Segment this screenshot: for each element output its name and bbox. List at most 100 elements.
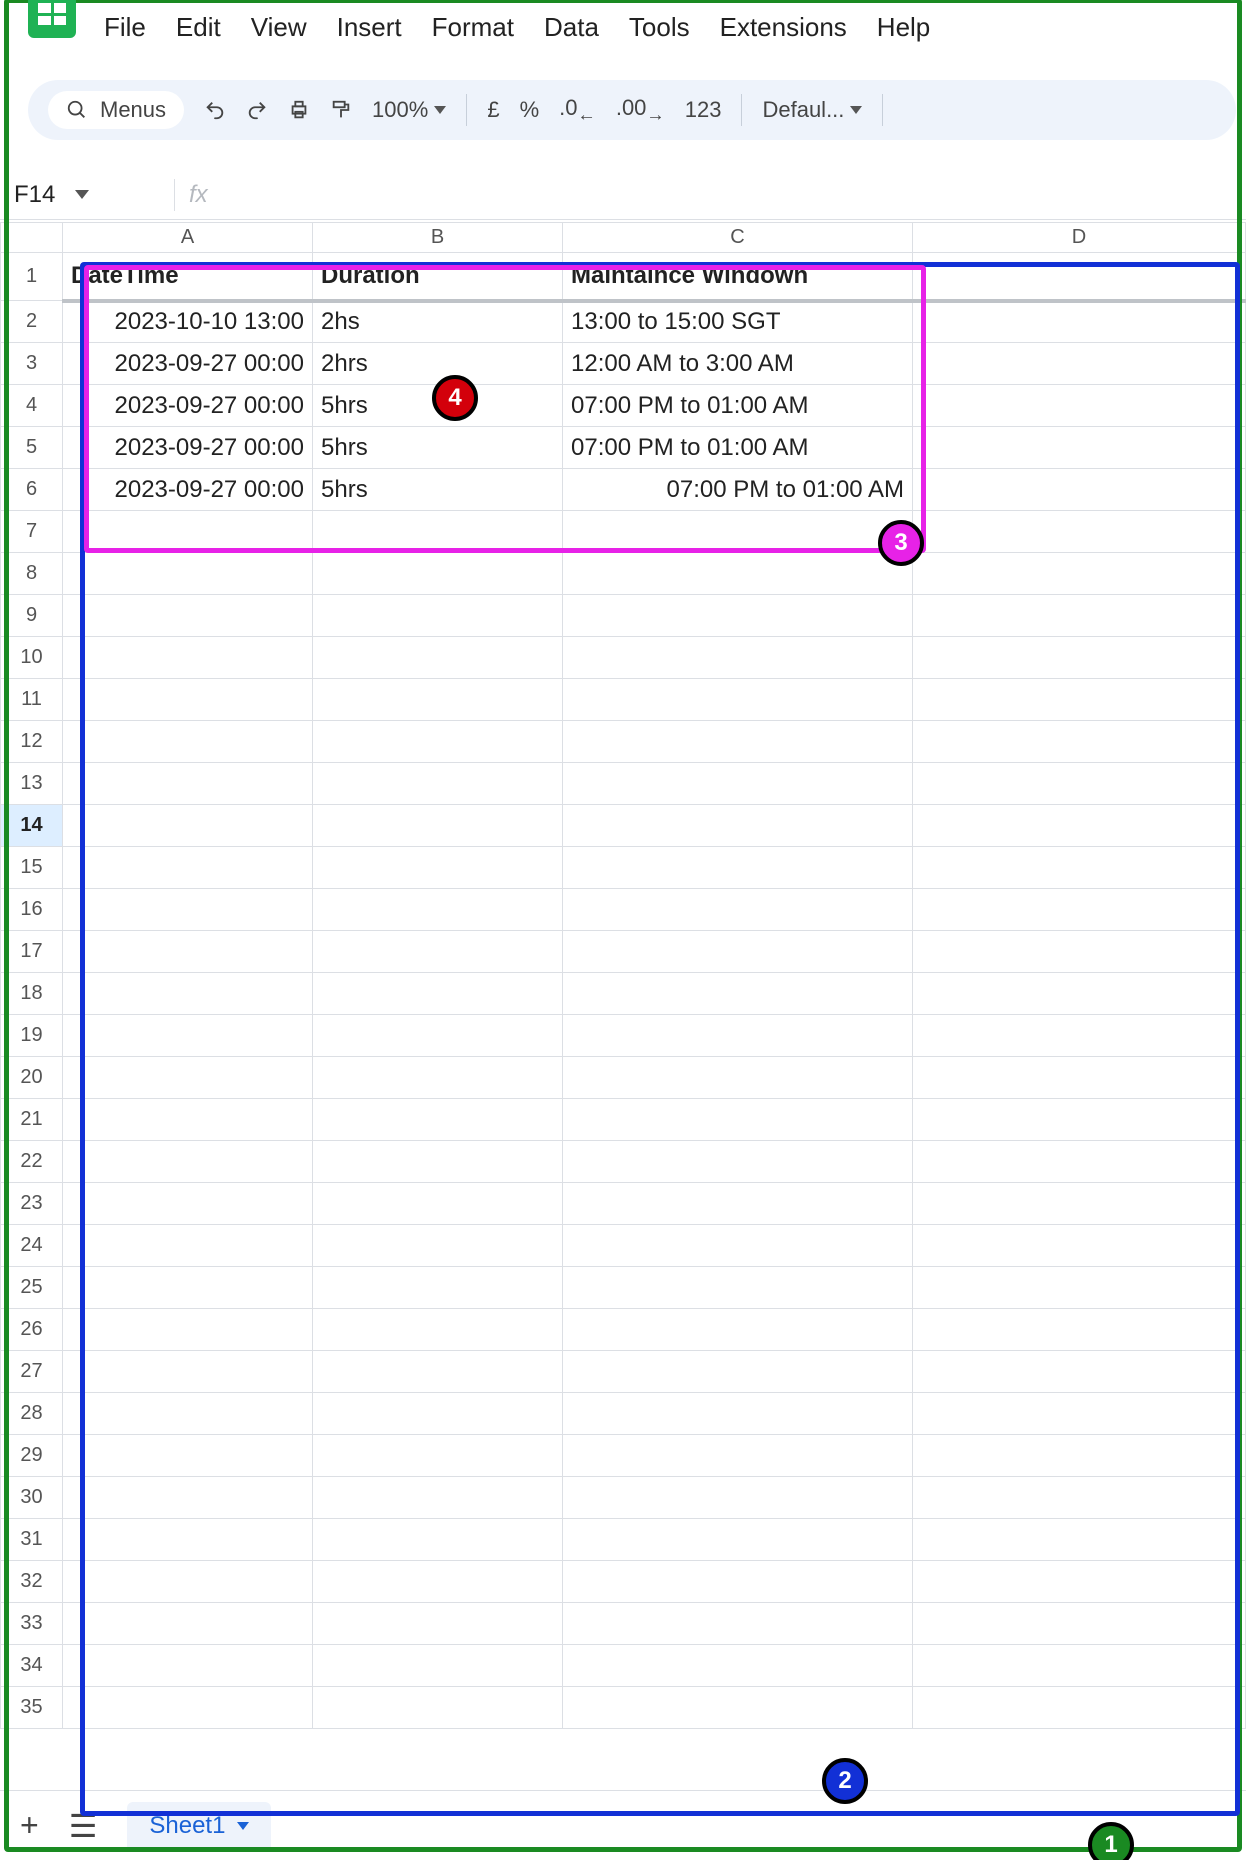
- all-sheets-button[interactable]: ☰: [69, 1807, 98, 1845]
- cell[interactable]: [63, 553, 313, 595]
- row-header[interactable]: 9: [1, 595, 63, 637]
- cell[interactable]: [913, 1645, 1246, 1687]
- cell[interactable]: [313, 1309, 563, 1351]
- col-header-C[interactable]: C: [563, 223, 913, 253]
- cell[interactable]: [563, 721, 913, 763]
- cell[interactable]: [563, 511, 913, 553]
- cell[interactable]: [913, 1603, 1246, 1645]
- cell[interactable]: [63, 1435, 313, 1477]
- menu-format[interactable]: Format: [432, 12, 514, 43]
- cell[interactable]: [913, 343, 1246, 385]
- cell[interactable]: [313, 553, 563, 595]
- cell[interactable]: 2hs: [313, 301, 563, 343]
- menu-extensions[interactable]: Extensions: [720, 12, 847, 43]
- cell[interactable]: [63, 847, 313, 889]
- cell[interactable]: [563, 889, 913, 931]
- cell[interactable]: [563, 1435, 913, 1477]
- cell[interactable]: [313, 1645, 563, 1687]
- cell[interactable]: [63, 1603, 313, 1645]
- cell[interactable]: [563, 1561, 913, 1603]
- cell[interactable]: [913, 385, 1246, 427]
- cell[interactable]: 2023-09-27 00:00: [63, 427, 313, 469]
- row-header[interactable]: 27: [1, 1351, 63, 1393]
- cell[interactable]: 2023-09-27 00:00: [63, 469, 313, 511]
- cell[interactable]: [63, 637, 313, 679]
- cell[interactable]: [913, 427, 1246, 469]
- row-header[interactable]: 13: [1, 763, 63, 805]
- col-header-D[interactable]: D: [913, 223, 1246, 253]
- row-header[interactable]: 21: [1, 1099, 63, 1141]
- row-header[interactable]: 33: [1, 1603, 63, 1645]
- row-header[interactable]: 34: [1, 1645, 63, 1687]
- cell[interactable]: [313, 847, 563, 889]
- cell[interactable]: 07:00 PM to 01:00 AM: [563, 427, 913, 469]
- cell[interactable]: [313, 1141, 563, 1183]
- cell[interactable]: [63, 1015, 313, 1057]
- cell[interactable]: [63, 973, 313, 1015]
- row-header[interactable]: 10: [1, 637, 63, 679]
- cell[interactable]: [313, 1435, 563, 1477]
- sheets-logo[interactable]: [28, 0, 76, 38]
- menu-file[interactable]: File: [104, 12, 146, 43]
- menu-tools[interactable]: Tools: [629, 12, 690, 43]
- row-header[interactable]: 16: [1, 889, 63, 931]
- menu-data[interactable]: Data: [544, 12, 599, 43]
- cell[interactable]: 5hrs: [313, 469, 563, 511]
- cell[interactable]: [913, 1561, 1246, 1603]
- row-header[interactable]: 26: [1, 1309, 63, 1351]
- cell[interactable]: [913, 973, 1246, 1015]
- row-header[interactable]: 32: [1, 1561, 63, 1603]
- cell[interactable]: [913, 1687, 1246, 1729]
- cell[interactable]: [63, 1561, 313, 1603]
- cell[interactable]: [63, 1099, 313, 1141]
- row-header[interactable]: 6: [1, 469, 63, 511]
- name-box[interactable]: F14: [0, 181, 160, 209]
- row-header[interactable]: 8: [1, 553, 63, 595]
- cell[interactable]: [913, 1141, 1246, 1183]
- print-icon[interactable]: [288, 99, 310, 121]
- cell[interactable]: [563, 679, 913, 721]
- cell[interactable]: [913, 1099, 1246, 1141]
- increase-decimal-button[interactable]: .00→: [616, 95, 665, 125]
- row-header[interactable]: 1: [1, 253, 63, 301]
- cell[interactable]: [563, 1309, 913, 1351]
- cell[interactable]: Duration: [313, 253, 563, 301]
- cell[interactable]: [63, 805, 313, 847]
- cell[interactable]: [563, 1267, 913, 1309]
- spreadsheet-grid[interactable]: A B C D 1DateTimeDurationMaintaince Wind…: [0, 222, 1246, 1790]
- cell[interactable]: [313, 763, 563, 805]
- select-all-corner[interactable]: [1, 223, 63, 253]
- cell[interactable]: [313, 637, 563, 679]
- cell[interactable]: [63, 679, 313, 721]
- row-header[interactable]: 25: [1, 1267, 63, 1309]
- decrease-decimal-button[interactable]: .0←: [559, 95, 596, 125]
- menu-insert[interactable]: Insert: [337, 12, 402, 43]
- cell[interactable]: 2023-09-27 00:00: [63, 385, 313, 427]
- cell[interactable]: [313, 1603, 563, 1645]
- cell[interactable]: [563, 931, 913, 973]
- search-menus[interactable]: Menus: [48, 91, 184, 129]
- cell[interactable]: [63, 1183, 313, 1225]
- cell[interactable]: [563, 1477, 913, 1519]
- cell[interactable]: 2023-09-27 00:00: [63, 343, 313, 385]
- cell[interactable]: [563, 1015, 913, 1057]
- cell[interactable]: [313, 511, 563, 553]
- cell[interactable]: [563, 973, 913, 1015]
- cell[interactable]: [313, 1225, 563, 1267]
- row-header[interactable]: 28: [1, 1393, 63, 1435]
- cell[interactable]: [63, 1141, 313, 1183]
- cell[interactable]: [63, 595, 313, 637]
- cell[interactable]: 2hrs: [313, 343, 563, 385]
- number-format-button[interactable]: 123: [685, 97, 722, 123]
- paint-format-icon[interactable]: [330, 99, 352, 121]
- cell[interactable]: DateTime: [63, 253, 313, 301]
- cell[interactable]: [63, 1351, 313, 1393]
- cell[interactable]: [313, 1183, 563, 1225]
- cell[interactable]: [563, 1603, 913, 1645]
- cell[interactable]: [63, 1309, 313, 1351]
- cell[interactable]: [563, 553, 913, 595]
- cell[interactable]: [63, 1057, 313, 1099]
- menu-view[interactable]: View: [251, 12, 307, 43]
- cell[interactable]: [313, 1057, 563, 1099]
- col-header-B[interactable]: B: [313, 223, 563, 253]
